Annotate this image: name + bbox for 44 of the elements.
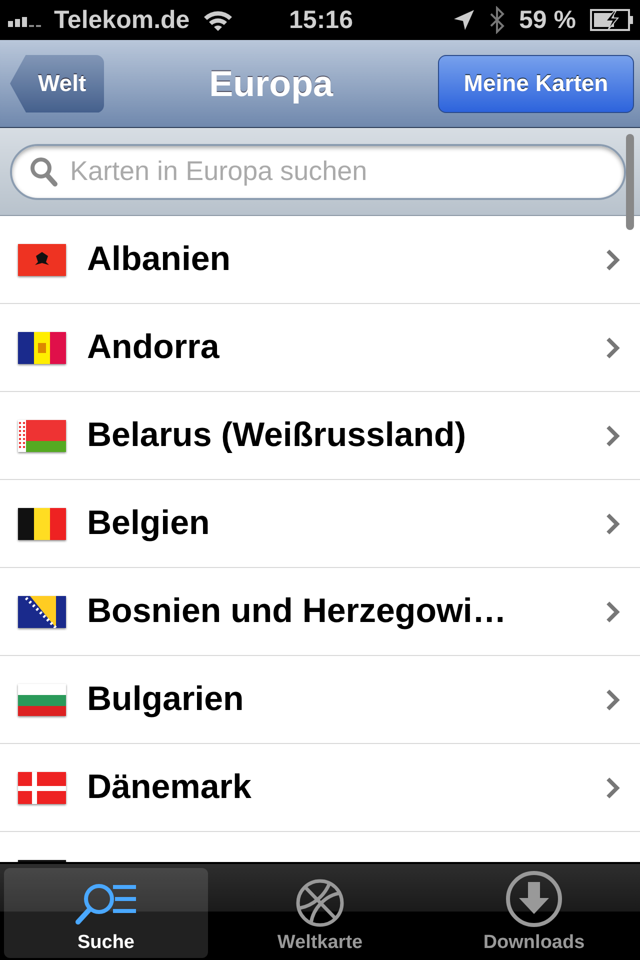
flag-icon (18, 332, 66, 364)
search-icon (30, 156, 58, 186)
chevron-icon (606, 600, 620, 622)
battery-percent: 59 % (519, 6, 576, 34)
globe-icon (295, 878, 345, 928)
screen-title: Europa (208, 62, 334, 104)
back-button[interactable]: Welt (10, 54, 104, 112)
chevron-icon (606, 776, 620, 798)
chevron-icon (606, 336, 620, 358)
location-arrow-icon (453, 9, 476, 31)
carrier-name: Telekom.de (54, 6, 190, 34)
tab[interactable]: Suche (4, 868, 208, 958)
country-name: Andorra (87, 328, 220, 367)
flag-icon (18, 420, 66, 452)
country-name: Dänemark (87, 768, 252, 807)
flag-icon (18, 244, 66, 276)
tab[interactable]: Weltkarte (218, 868, 422, 958)
bluetooth-icon (489, 6, 506, 34)
country-name: Belarus (Weißrussland) (87, 416, 468, 455)
search-field[interactable]: Karten in Europa suchen (10, 144, 626, 200)
battery-charging-icon (590, 9, 634, 31)
flag-icon (18, 508, 66, 540)
my-maps-button[interactable]: Meine Karten (438, 54, 634, 112)
chevron-icon (606, 512, 620, 534)
flag-icon (18, 684, 66, 716)
clock-time: 15:16 (289, 6, 353, 34)
chevron-icon (606, 248, 620, 270)
country-row[interactable]: Belarus (Weißrussland) (0, 392, 640, 480)
country-name: Bosnien und Herzegowi… (87, 592, 508, 631)
tab[interactable]: Downloads (432, 868, 636, 958)
country-name: Belgien (87, 504, 211, 543)
chevron-icon (606, 688, 620, 710)
chevron-icon (606, 424, 620, 446)
country-row[interactable]: Albanien (0, 216, 640, 304)
flag-icon (18, 596, 66, 628)
country-name: Bulgarien (87, 680, 245, 719)
country-row[interactable]: Bosnien und Herzegowi… (0, 568, 640, 656)
country-row[interactable]: Andorra (0, 304, 640, 392)
country-row[interactable]: Belgien (0, 480, 640, 568)
country-row[interactable]: Bulgarien (0, 656, 640, 744)
download-icon (505, 870, 563, 928)
country-name: Albanien (87, 240, 232, 279)
country-row[interactable]: Dänemark (0, 744, 640, 832)
flag-icon (18, 772, 66, 804)
